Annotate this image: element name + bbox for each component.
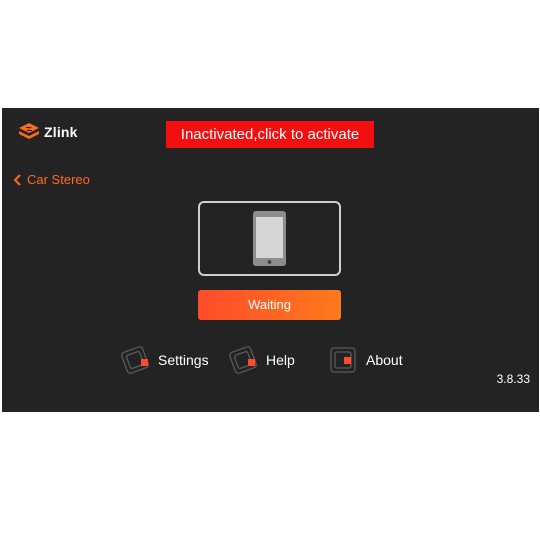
about-label: About xyxy=(366,352,403,368)
app-logo: Zlink xyxy=(18,122,78,142)
waiting-button[interactable]: Waiting xyxy=(198,290,341,320)
zlink-logo-icon xyxy=(19,123,39,139)
about-icon xyxy=(330,347,356,373)
settings-icon xyxy=(121,346,149,374)
activate-button[interactable]: Inactivated,click to activate xyxy=(166,121,374,148)
settings-label: Settings xyxy=(158,352,209,368)
about-button[interactable]: About xyxy=(326,343,403,377)
phone-icon xyxy=(253,211,286,266)
logo-text: Zlink xyxy=(44,124,78,140)
help-button[interactable]: Help xyxy=(226,343,295,377)
app-screen: Zlink Inactivated,click to activate Car … xyxy=(2,108,539,412)
back-label: Car Stereo xyxy=(27,172,90,187)
settings-button[interactable]: Settings xyxy=(118,343,209,377)
version-label: 3.8.33 xyxy=(496,372,530,386)
help-icon xyxy=(229,346,257,374)
device-frame xyxy=(198,201,341,276)
chevron-left-icon xyxy=(14,173,21,186)
back-button[interactable]: Car Stereo xyxy=(14,172,90,187)
help-label: Help xyxy=(266,352,295,368)
